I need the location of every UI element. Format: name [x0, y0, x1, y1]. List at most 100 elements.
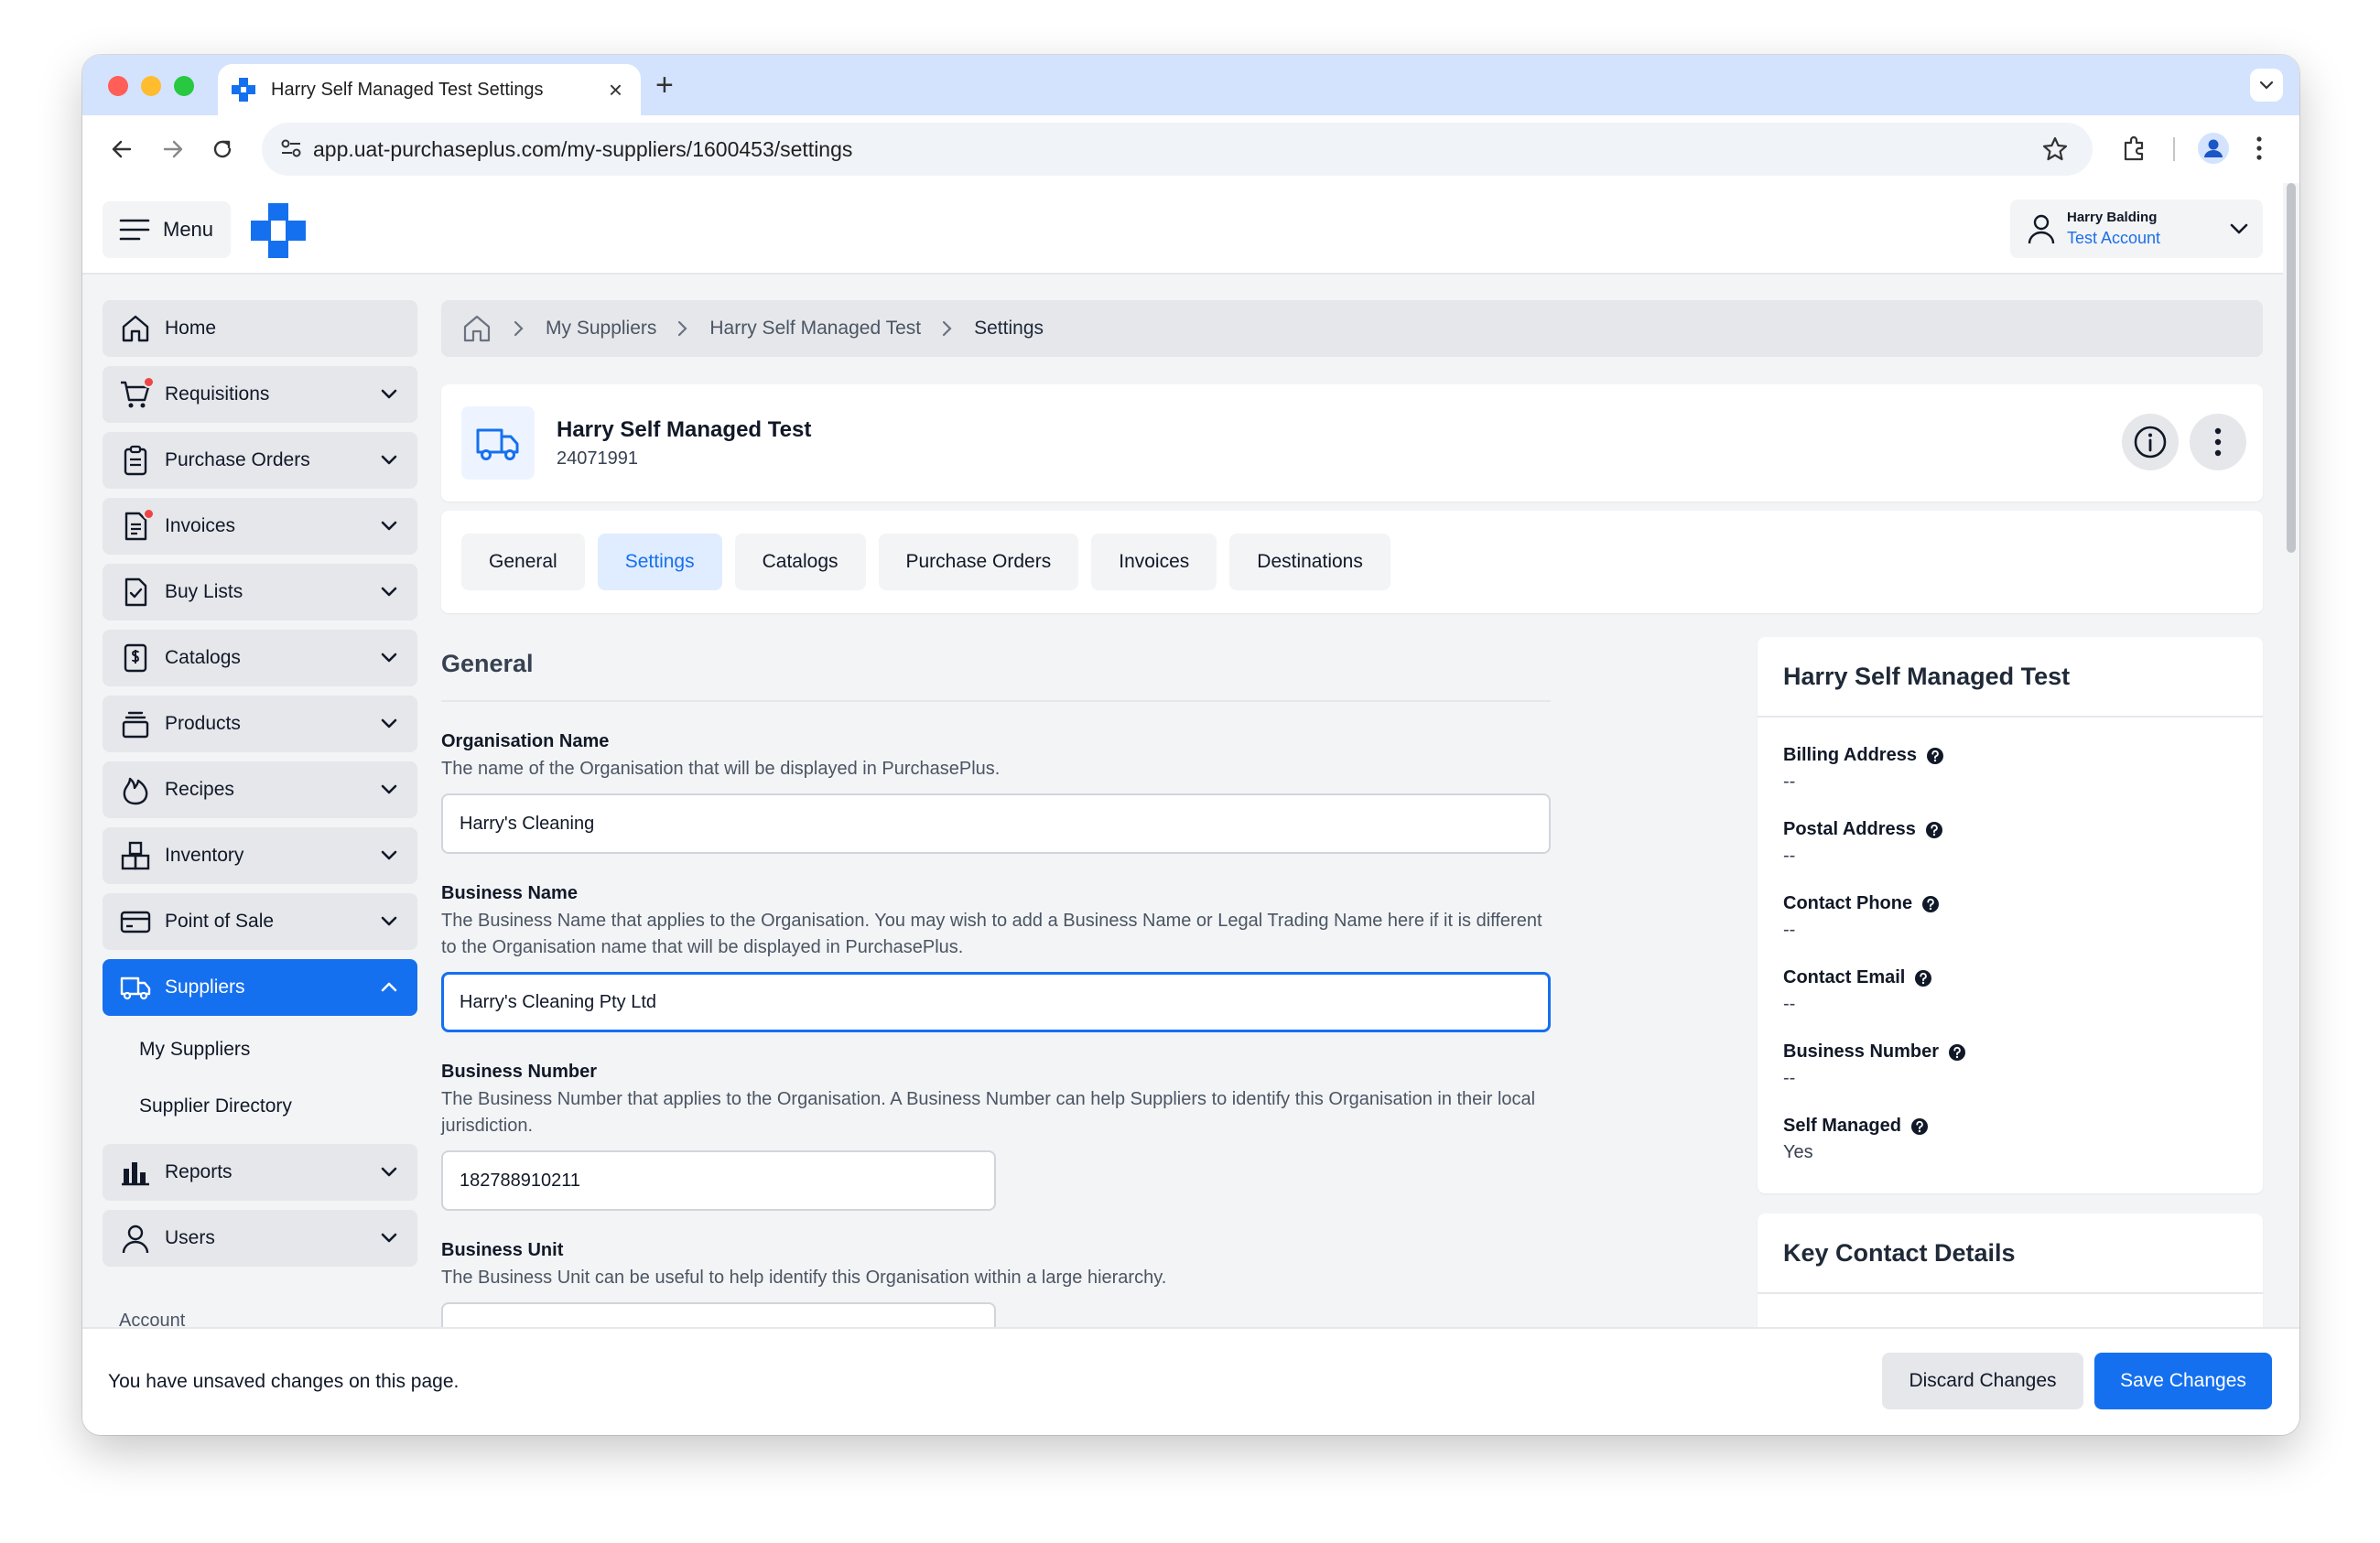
sidebar-item-home[interactable]: Home	[103, 300, 417, 357]
chevron-down-icon	[379, 780, 399, 800]
business-unit-help: The Business Unit can be useful to help …	[441, 1268, 1167, 1288]
boxes-icon	[119, 839, 152, 872]
organisation-name-input[interactable]	[441, 793, 1551, 854]
chevron-down-icon	[2259, 81, 2274, 90]
help-icon[interactable]	[1926, 747, 1944, 765]
tab-close-icon[interactable]: ×	[609, 78, 622, 102]
supplier-id: 24071991	[557, 448, 638, 469]
business-name-input[interactable]	[441, 972, 1551, 1032]
sidebar-item-invoices[interactable]: Invoices	[103, 498, 417, 555]
tab-invoices[interactable]: Invoices	[1091, 534, 1217, 590]
help-icon[interactable]	[1921, 895, 1940, 913]
notification-dot	[143, 508, 155, 520]
sidebar-item-point-of-sale[interactable]: Point of Sale	[103, 893, 417, 950]
key-contact-divider	[1758, 1292, 2263, 1294]
sidebar-item-recipes[interactable]: Recipes	[103, 761, 417, 818]
sidebar-item-catalogs[interactable]: Catalogs	[103, 630, 417, 686]
account-name: Test Account	[2067, 229, 2161, 247]
flame-icon	[119, 773, 152, 806]
business-number-input[interactable]	[441, 1150, 996, 1211]
user-account-switcher[interactable]: Harry Balding Test Account	[2010, 200, 2263, 258]
purchaseplus-logo[interactable]	[251, 203, 306, 258]
suppliers-submenu: My Suppliers Supplier Directory	[103, 1021, 417, 1135]
help-icon[interactable]	[1910, 1117, 1929, 1136]
chevron-up-icon	[379, 977, 399, 998]
tab-destinations[interactable]: Destinations	[1229, 534, 1390, 590]
more-options-button[interactable]	[2190, 414, 2246, 470]
browser-tabstrip: Harry Self Managed Test Settings × +	[82, 55, 2299, 115]
address-bar[interactable]: app.uat-purchaseplus.com/my-suppliers/16…	[262, 123, 2093, 176]
detail-contact-email: Contact Email --	[1783, 967, 1932, 1015]
tab-search-button[interactable]	[2250, 69, 2283, 102]
help-icon[interactable]	[1914, 969, 1932, 987]
save-changes-button[interactable]: Save Changes	[2094, 1353, 2272, 1409]
home-icon[interactable]	[461, 313, 492, 344]
tab-settings[interactable]: Settings	[597, 534, 722, 590]
browser-toolbar: app.uat-purchaseplus.com/my-suppliers/16…	[82, 115, 2299, 183]
supplier-name: Harry Self Managed Test	[557, 417, 812, 442]
sidebar-subitem-supplier-directory[interactable]: Supplier Directory	[103, 1078, 417, 1135]
detail-billing-address: Billing Address --	[1783, 745, 1944, 793]
dollar-document-icon	[119, 642, 152, 674]
supplier-tabs: General Settings Catalogs Purchase Order…	[441, 511, 2263, 613]
chevron-down-icon	[379, 912, 399, 932]
sidebar-item-reports[interactable]: Reports	[103, 1144, 417, 1201]
sidebar-item-requisitions[interactable]: Requisitions	[103, 366, 417, 423]
sidebar-subitem-my-suppliers[interactable]: My Suppliers	[103, 1021, 417, 1078]
detail-postal-address: Postal Address --	[1783, 819, 1943, 867]
sidebar-item-inventory[interactable]: Inventory	[103, 827, 417, 884]
new-tab-button[interactable]: +	[655, 70, 674, 101]
forward-arrow-icon[interactable]	[157, 134, 189, 165]
detail-value: Yes	[1783, 1142, 1813, 1162]
breadcrumb-my-suppliers[interactable]: My Suppliers	[546, 318, 656, 340]
help-icon[interactable]	[1925, 821, 1943, 839]
key-contact-title: Key Contact Details	[1783, 1239, 2016, 1267]
browser-menu-icon[interactable]	[2254, 134, 2265, 163]
chevron-down-icon	[379, 846, 399, 866]
details-card-divider	[1758, 716, 2263, 718]
browser-tab-active[interactable]: Harry Self Managed Test Settings ×	[218, 64, 641, 115]
chevron-right-icon	[941, 319, 954, 338]
details-card-title: Harry Self Managed Test	[1783, 663, 2071, 690]
stack-icon	[119, 707, 152, 740]
tab-general[interactable]: General	[461, 534, 585, 590]
chevron-down-icon	[379, 384, 399, 405]
app-page: Menu Harry Balding Test Account Home Req…	[82, 183, 2299, 1435]
page-scrollbar[interactable]	[2283, 183, 2299, 1327]
close-window-button[interactable]	[108, 76, 128, 96]
sidebar-item-users[interactable]: Users	[103, 1210, 417, 1267]
detail-value: --	[1783, 994, 1796, 1014]
chevron-down-icon	[379, 648, 399, 668]
profile-avatar-icon[interactable]	[2197, 132, 2230, 165]
reload-icon[interactable]	[207, 134, 238, 165]
back-arrow-icon[interactable]	[106, 134, 137, 165]
menu-button[interactable]: Menu	[103, 201, 231, 258]
truck-icon	[119, 971, 152, 1004]
kebab-menu-icon	[2214, 427, 2222, 457]
user-icon	[119, 1222, 152, 1255]
maximize-window-button[interactable]	[174, 76, 194, 96]
app-header: Menu Harry Balding Test Account	[82, 183, 2283, 275]
breadcrumb-supplier[interactable]: Harry Self Managed Test	[709, 318, 921, 340]
discard-changes-button[interactable]: Discard Changes	[1882, 1353, 2083, 1409]
minimize-window-button[interactable]	[141, 76, 161, 96]
extensions-icon[interactable]	[2120, 134, 2149, 163]
tab-catalogs[interactable]: Catalogs	[734, 534, 866, 590]
organisation-name-label: Organisation Name	[441, 731, 610, 751]
sidebar-item-suppliers[interactable]: Suppliers	[103, 959, 417, 1016]
info-button[interactable]	[2122, 414, 2179, 470]
chevron-down-icon	[379, 516, 399, 536]
detail-label: Business Number	[1783, 1041, 1940, 1062]
site-settings-icon[interactable]	[278, 135, 304, 161]
detail-value: --	[1783, 772, 1796, 792]
sidebar-nav: Home Requisitions Purchase Orders Invoic…	[103, 300, 417, 1331]
business-unit-label: Business Unit	[441, 1240, 564, 1260]
bookmark-star-icon[interactable]	[2041, 135, 2069, 163]
sidebar-item-products[interactable]: Products	[103, 696, 417, 752]
tab-purchase-orders[interactable]: Purchase Orders	[878, 534, 1079, 590]
business-number-help: The Business Number that applies to the …	[441, 1089, 1536, 1136]
sidebar-item-buy-lists[interactable]: Buy Lists	[103, 564, 417, 620]
help-icon[interactable]	[1948, 1043, 1966, 1062]
sidebar-item-purchase-orders[interactable]: Purchase Orders	[103, 432, 417, 489]
scrollbar-thumb[interactable]	[2287, 183, 2296, 553]
